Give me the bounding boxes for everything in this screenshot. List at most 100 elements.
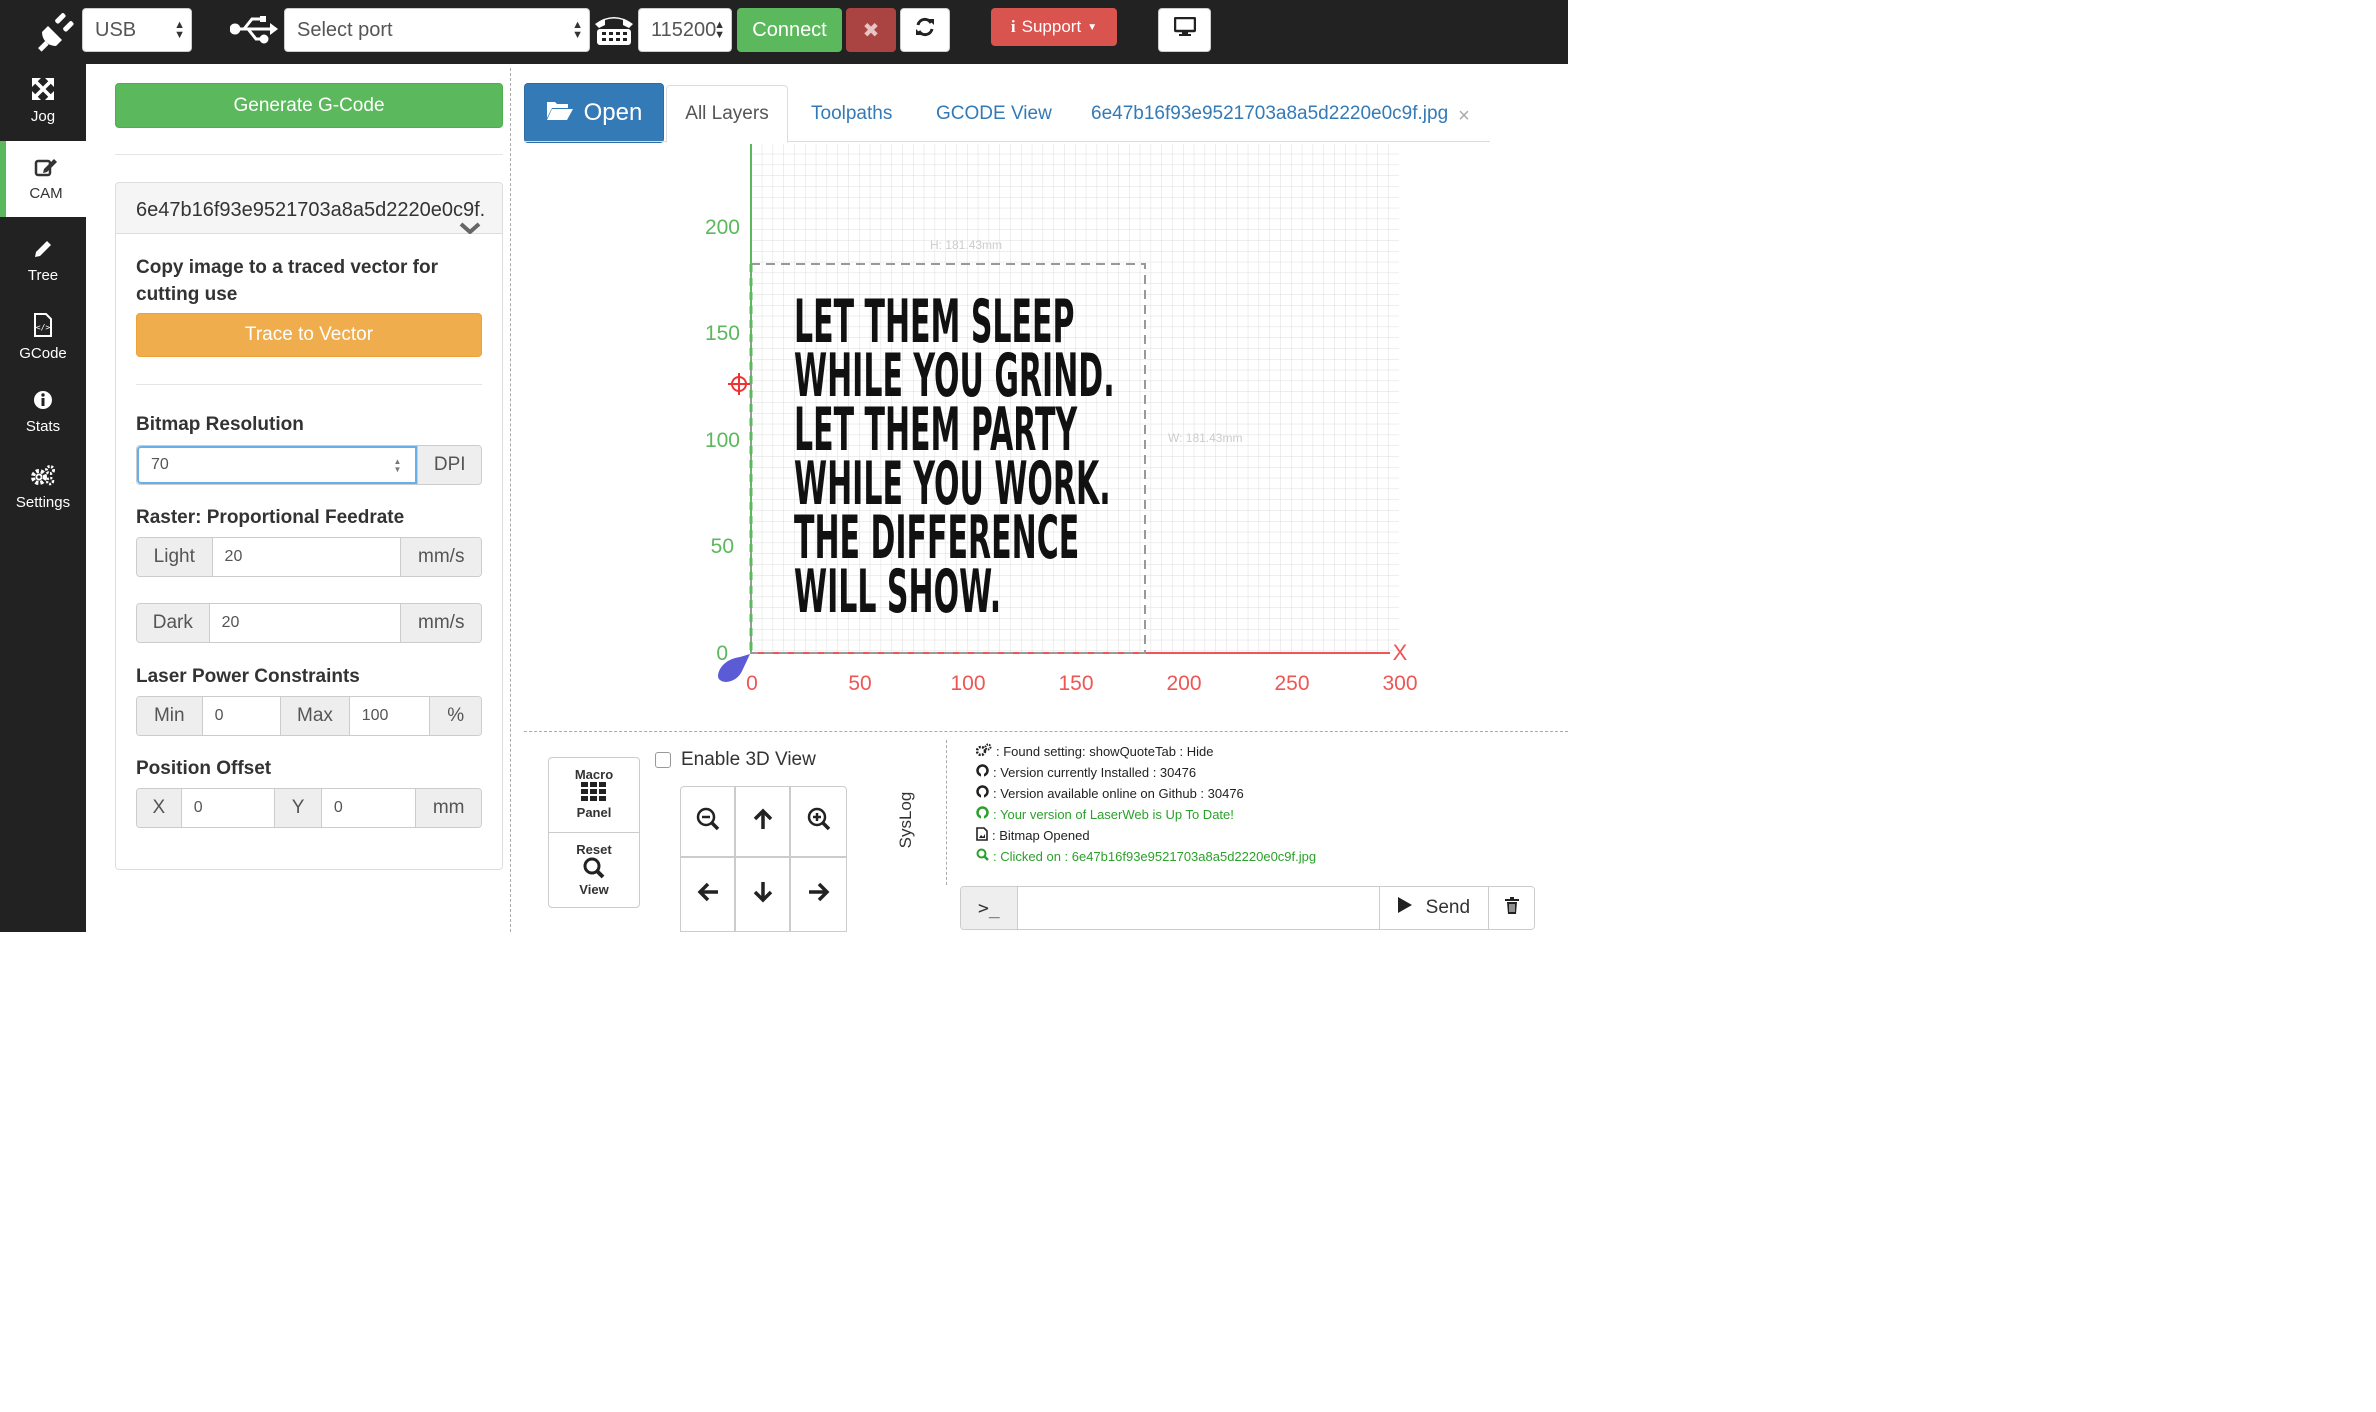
send-label: Send	[1425, 897, 1471, 918]
sidebar-item-stats[interactable]: Stats	[0, 375, 86, 449]
connection-type-select[interactable]: USB ▲ ▼	[82, 8, 192, 52]
baud-rate-value: 115200	[651, 18, 717, 41]
zoom-out-button[interactable]	[680, 786, 735, 857]
spinner-icon[interactable]: ▲ ▼	[393, 458, 401, 474]
jog-up-button[interactable]	[735, 786, 790, 857]
y-offset-input[interactable]: 0	[321, 789, 416, 827]
console-input[interactable]	[1017, 887, 1379, 929]
bottom-divider	[524, 731, 1568, 732]
dpi-input[interactable]: 70 ▲ ▼	[137, 446, 418, 484]
reset-label-top: Reset	[576, 842, 612, 857]
min-label: Min	[137, 697, 203, 735]
log-entry: : Version available online on Github : 3…	[976, 785, 1244, 801]
close-tab-icon[interactable]: ×	[1458, 105, 1470, 128]
arrow-down-icon	[752, 881, 774, 908]
file-card-header[interactable]: 6e47b16f93e9521703a8a5d2220e0c9f.	[116, 183, 502, 235]
panel-divider[interactable]	[510, 68, 511, 932]
clear-log-button[interactable]	[1488, 887, 1534, 929]
console-bar: >_ Send	[960, 886, 1535, 930]
generate-gcode-button[interactable]: Generate G-Code	[115, 83, 503, 128]
disconnect-button[interactable]: ✖	[846, 8, 896, 52]
port-select-value: Select port	[297, 18, 393, 41]
sidebar-item-jog[interactable]: Jog	[0, 64, 86, 138]
zoom-in-button[interactable]	[790, 786, 847, 857]
dpi-unit: DPI	[417, 446, 481, 484]
height-dimension-label: H: 181.43mm	[930, 238, 1002, 252]
file-card-title: 6e47b16f93e9521703a8a5d2220e0c9f.	[136, 199, 486, 221]
jog-left-button[interactable]	[680, 857, 735, 932]
refresh-ports-button[interactable]	[900, 8, 950, 52]
port-select[interactable]: Select port ▲ ▼	[284, 8, 590, 52]
divider	[115, 154, 503, 155]
chevron-down-icon[interactable]	[459, 221, 481, 239]
y-tick-label: 150	[705, 322, 740, 345]
monitor-icon	[1173, 16, 1196, 43]
dpi-value: 70	[151, 456, 169, 473]
width-dimension-label: W: 181.43mm	[1168, 431, 1242, 445]
info-icon: i	[1010, 17, 1016, 36]
log-entry: : Bitmap Opened	[976, 827, 1090, 844]
log-entry: : Found setting: showQuoteTab : Hide	[975, 743, 1214, 759]
grid-icon	[581, 782, 607, 805]
y-tick-label: 50	[711, 535, 734, 558]
tab-file[interactable]: 6e47b16f93e9521703a8a5d2220e0c9f.jpg ×	[1091, 85, 1470, 143]
github-icon	[976, 806, 989, 822]
jog-right-button[interactable]	[790, 857, 847, 932]
max-power-input[interactable]: 100	[349, 697, 430, 735]
arrow-up-icon	[752, 808, 774, 835]
baud-rate-select[interactable]: 115200 ▲ ▼	[638, 8, 732, 52]
macro-panel-button[interactable]: Macro Panel	[549, 758, 639, 833]
light-feedrate-input[interactable]: 20	[212, 538, 401, 576]
bitmap-resolution-label: Bitmap Resolution	[136, 414, 304, 435]
log-entry: : Version currently Installed : 30476	[976, 764, 1196, 780]
log-text: : Version available online on Github : 3…	[993, 785, 1244, 801]
tab-all-layers[interactable]: All Layers	[666, 85, 788, 143]
folder-open-icon	[546, 99, 574, 128]
tab-toolpaths[interactable]: Toolpaths	[811, 85, 892, 143]
open-file-button[interactable]: Open	[524, 83, 664, 143]
max-power-value: 100	[361, 707, 389, 724]
reset-label-bottom: View	[579, 882, 609, 897]
sidebar-item-label: Jog	[30, 107, 56, 125]
send-button[interactable]: Send	[1378, 887, 1489, 929]
sidebar-item-gcode[interactable]: </> GCode	[0, 300, 86, 374]
sidebar-item-tree[interactable]: Tree	[0, 224, 86, 298]
sidebar-item-label: CAM	[29, 184, 63, 202]
tab-label: GCODE View	[936, 103, 1052, 124]
sidebar-item-settings[interactable]: Settings	[0, 450, 86, 524]
enable-3d-checkbox[interactable]	[655, 752, 671, 768]
dark-feedrate-unit: mm/s	[400, 604, 481, 642]
log-text: : Bitmap Opened	[992, 828, 1090, 843]
move-icon	[32, 77, 54, 108]
trace-to-vector-button[interactable]: Trace to Vector	[136, 313, 482, 357]
reset-view-button[interactable]: Reset View	[549, 834, 639, 908]
min-power-input[interactable]: 0	[202, 697, 281, 735]
caret-down-icon: ▼	[1087, 21, 1098, 33]
x-tick-label: 200	[1166, 672, 1201, 695]
fullscreen-button[interactable]	[1158, 8, 1211, 52]
support-dropdown-button[interactable]: i Support ▼	[991, 8, 1117, 46]
play-icon	[1397, 897, 1412, 919]
jog-down-button[interactable]	[735, 857, 790, 932]
max-label: Max	[280, 697, 350, 735]
tab-gcode-view[interactable]: GCODE View	[936, 85, 1052, 143]
log-text: : Found setting: showQuoteTab : Hide	[996, 743, 1214, 759]
sidebar-item-label: GCode	[19, 344, 67, 362]
workspace-canvas[interactable]: H: 181.43mm W: 181.43mm 200 150 100 50 0…	[690, 144, 1450, 704]
position-offset-group: X 0 Y 0 mm	[136, 788, 482, 828]
log-entry: : Clicked on : 6e47b16f93e9521703a8a5d22…	[976, 848, 1316, 864]
support-label: Support	[1021, 17, 1082, 36]
info-icon	[33, 390, 53, 418]
sidebar-item-cam[interactable]: CAM	[0, 141, 86, 217]
sidebar-item-label: Settings	[15, 493, 71, 511]
dpi-input-group: 70 ▲ ▼ DPI	[136, 445, 482, 485]
enable-3d-toggle[interactable]: Enable 3D View	[655, 749, 816, 771]
sidebar-item-label: Tree	[27, 266, 59, 284]
light-feedrate-group: Light 20 mm/s	[136, 537, 482, 577]
zoom-in-icon	[807, 807, 831, 836]
sidebar: Jog CAM Tree </> GCode Stats Settings	[0, 64, 86, 932]
select-caret-icon: ▲ ▼	[572, 19, 583, 41]
connect-button[interactable]: Connect	[737, 8, 842, 52]
dark-feedrate-input[interactable]: 20	[209, 604, 401, 642]
x-offset-input[interactable]: 0	[181, 789, 275, 827]
